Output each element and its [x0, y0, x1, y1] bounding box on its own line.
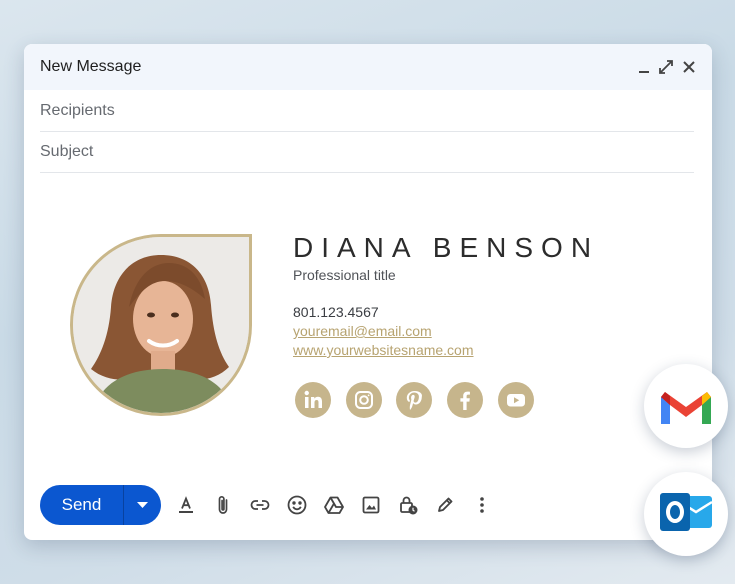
signature-phone: 801.123.4567 [293, 304, 379, 320]
recipients-field[interactable]: Recipients [40, 91, 694, 132]
compose-window: New Message Recipients Subject DIANA BEN… [24, 44, 712, 540]
expand-icon[interactable] [656, 57, 676, 77]
drive-icon[interactable] [322, 493, 346, 517]
pen-icon[interactable] [433, 493, 457, 517]
youtube-icon[interactable] [498, 382, 534, 418]
emoji-icon[interactable] [285, 493, 309, 517]
image-icon[interactable] [359, 493, 383, 517]
subject-field[interactable]: Subject [40, 132, 694, 173]
minimize-icon[interactable] [634, 57, 654, 77]
more-vert-icon[interactable] [470, 493, 494, 517]
signature-title: Professional title [293, 267, 396, 283]
compose-header: New Message [24, 44, 712, 90]
signature-website-link[interactable]: www.yourwebsitesname.com [293, 342, 474, 358]
signature-photo [70, 234, 252, 416]
send-button[interactable]: Send [40, 485, 123, 525]
pinterest-icon[interactable] [396, 382, 432, 418]
link-icon[interactable] [248, 493, 272, 517]
compose-title: New Message [40, 58, 142, 75]
send-options-button[interactable] [124, 485, 161, 525]
close-icon[interactable] [679, 57, 699, 77]
instagram-icon[interactable] [346, 382, 382, 418]
recipients-label: Recipients [40, 102, 115, 119]
attachment-icon[interactable] [211, 493, 235, 517]
linkedin-icon[interactable] [295, 382, 331, 418]
avatar [70, 234, 252, 416]
signature-email-link[interactable]: youremail@email.com [293, 323, 432, 339]
signature-name: DIANA BENSON [293, 232, 600, 263]
lock-clock-icon[interactable] [396, 493, 420, 517]
send-button-group: Send [40, 485, 161, 525]
text-format-icon[interactable] [174, 493, 198, 517]
subject-label: Subject [40, 143, 94, 160]
facebook-icon[interactable] [447, 382, 483, 418]
outlook-icon [644, 472, 728, 556]
gmail-icon [644, 364, 728, 448]
